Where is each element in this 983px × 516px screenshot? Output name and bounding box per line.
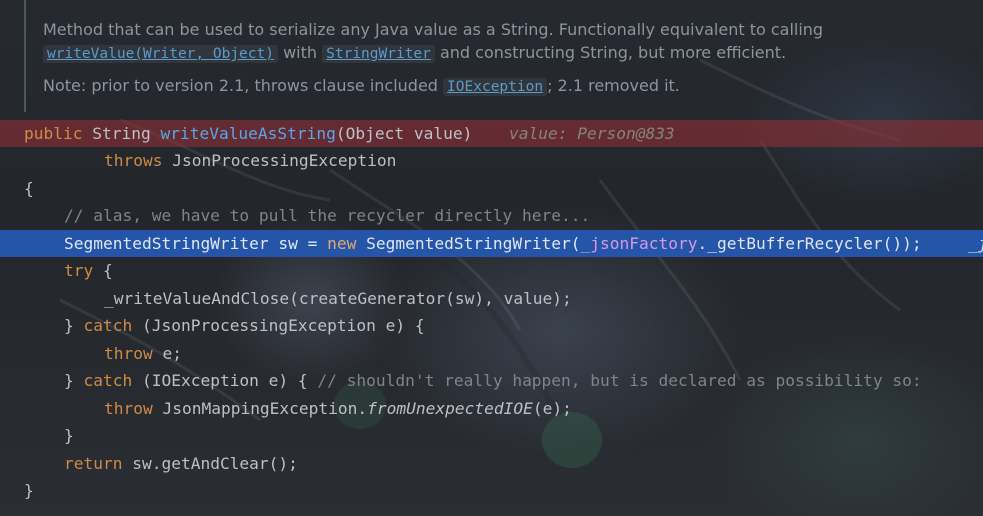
statement: _writeValueAndClose(createGenerator(sw),…: [104, 289, 572, 308]
doc-note-suffix: ; 2.1 removed it.: [547, 76, 680, 95]
code-line-comment[interactable]: // alas, we have to pull the recycler di…: [0, 202, 983, 229]
doc-note: Note: prior to version 2.1, throws claus…: [43, 76, 680, 96]
brace: }: [64, 371, 84, 390]
keyword: return: [64, 454, 123, 473]
code-line-close-brace[interactable]: }: [0, 477, 983, 504]
brace: }: [64, 316, 84, 335]
field-reference: _jsonFactory: [580, 234, 698, 253]
doc-note-prefix: Note: prior to version 2.1, throws claus…: [43, 76, 438, 95]
doc-with-text: with: [283, 43, 318, 62]
keyword: try: [64, 261, 94, 280]
method-params: (Object value): [335, 124, 473, 143]
doc-rest-text: and constructing String, but more effici…: [439, 43, 787, 62]
keyword: catch: [83, 371, 133, 390]
brace: {: [24, 179, 34, 198]
statement: JsonMappingException.: [152, 399, 368, 418]
code-comment: // shouldn't really happen, but is decla…: [317, 371, 922, 390]
declaration: SegmentedStringWriter sw =: [64, 234, 328, 253]
keyword: throws: [104, 151, 163, 170]
method-name: writeValueAsString: [160, 124, 336, 143]
statement-end: (e);: [532, 399, 572, 418]
brace: }: [24, 481, 34, 500]
keyword: public: [24, 124, 83, 143]
catch-clause: (IOException e) {: [132, 371, 318, 390]
code-line-try[interactable]: try {: [0, 257, 983, 284]
code-line-method-signature[interactable]: public String writeValueAsString(Object …: [0, 120, 983, 147]
constructor-call: SegmentedStringWriter(: [356, 234, 581, 253]
keyword: new: [327, 234, 357, 253]
keyword: catch: [83, 316, 133, 335]
catch-clause: (JsonProcessingException e) {: [132, 316, 425, 335]
code-line-catch-io[interactable]: } catch (IOException e) { // shouldn't r…: [0, 367, 983, 394]
keyword: throw: [104, 399, 153, 418]
code-line-throws[interactable]: throws JsonProcessingException: [0, 147, 983, 174]
static-method-call: fromUnexpectedIOE: [367, 399, 533, 418]
code-line-write-call[interactable]: _writeValueAndClose(createGenerator(sw),…: [0, 285, 983, 312]
code-comment: // alas, we have to pull the recycler di…: [64, 206, 591, 225]
code-line-catch-json[interactable]: } catch (JsonProcessingException e) {: [0, 312, 983, 339]
statement: e;: [152, 344, 182, 363]
exception-type: JsonProcessingException: [172, 151, 397, 170]
code-line-return[interactable]: return sw.getAndClear();: [0, 450, 983, 477]
doc-description: Method that can be used to serialize any…: [43, 20, 824, 39]
writevalue-link[interactable]: writeValue(Writer, Object): [43, 45, 278, 63]
stringwriter-link[interactable]: StringWriter: [322, 45, 435, 63]
javadoc-popup: Method that can be used to serialize any…: [24, 0, 983, 112]
code-line-close-catch[interactable]: }: [0, 422, 983, 449]
keyword: throw: [104, 344, 153, 363]
code-line-open-brace[interactable]: {: [0, 175, 983, 202]
brace: {: [93, 261, 113, 280]
ioexception-link[interactable]: IOException: [443, 78, 548, 96]
debugger-inlay-value: value: Person@833: [509, 124, 675, 143]
statement: sw.getAndClear();: [122, 454, 298, 473]
doc-description-line2: writeValue(Writer, Object) with StringWr…: [43, 43, 787, 63]
code-line-throw-e[interactable]: throw e;: [0, 340, 983, 367]
method-chain: ._getBufferRecycler());: [697, 234, 922, 253]
brace: }: [64, 426, 74, 445]
debugger-inlay-truncated: _j: [968, 234, 983, 253]
code-line-throw-mapping[interactable]: throw JsonMappingException.fromUnexpecte…: [0, 395, 983, 422]
code-line-execution-point[interactable]: SegmentedStringWriter sw = new Segmented…: [0, 230, 983, 257]
return-type: String: [92, 124, 151, 143]
